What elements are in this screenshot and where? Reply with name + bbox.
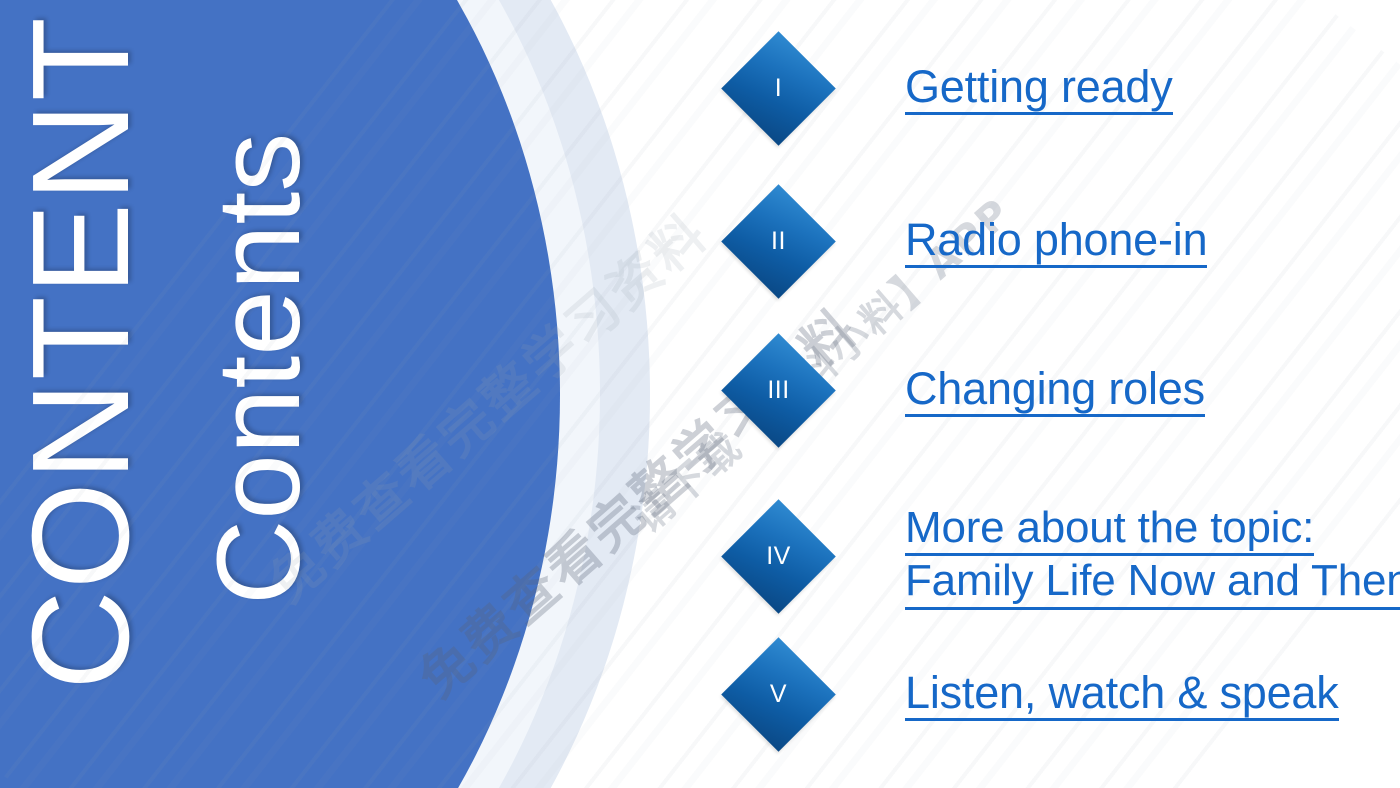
diamond-marker-2: II <box>721 184 836 299</box>
contents-link-4[interactable]: More about the topic: Family Life Now an… <box>905 503 1400 610</box>
diamond-numeral-3: III <box>767 376 790 404</box>
contents-item-2[interactable]: II Radio phone-in <box>721 184 1208 299</box>
contents-link-5[interactable]: Listen, watch & speak <box>905 668 1339 722</box>
contents-item-4[interactable]: IV More about the topic: Family Life Now… <box>721 498 1400 614</box>
contents-link-2[interactable]: Radio phone-in <box>905 215 1208 269</box>
slide-canvas: CONTENT Contents 免费查看完整学习资料 免费查看完整学习资料 请… <box>0 0 1400 788</box>
contents-link-3-line1: Changing roles <box>905 364 1205 418</box>
contents-link-1[interactable]: Getting ready <box>905 62 1173 116</box>
contents-item-5[interactable]: V Listen, watch & speak <box>721 637 1339 752</box>
contents-item-1[interactable]: I Getting ready <box>721 31 1173 146</box>
contents-list: I Getting ready II Radio phone-in III Ch… <box>0 0 1400 788</box>
contents-link-4-line2: Family Life Now and Then <box>905 556 1400 610</box>
diamond-numeral-2: II <box>771 227 786 255</box>
contents-link-2-line1: Radio phone-in <box>905 215 1208 269</box>
diamond-numeral-1: I <box>774 74 783 102</box>
contents-item-3[interactable]: III Changing roles <box>721 333 1205 448</box>
contents-link-5-line1: Listen, watch & speak <box>905 668 1339 722</box>
diamond-numeral-4: IV <box>766 541 791 570</box>
diamond-marker-1: I <box>721 31 836 146</box>
contents-link-3[interactable]: Changing roles <box>905 364 1205 418</box>
contents-link-1-line1: Getting ready <box>905 62 1173 116</box>
diamond-marker-4: IV <box>721 498 836 614</box>
diamond-marker-3: III <box>721 333 836 448</box>
diamond-numeral-5: V <box>769 680 788 708</box>
diamond-marker-5: V <box>721 637 836 752</box>
contents-link-4-line1: More about the topic: <box>905 503 1314 557</box>
